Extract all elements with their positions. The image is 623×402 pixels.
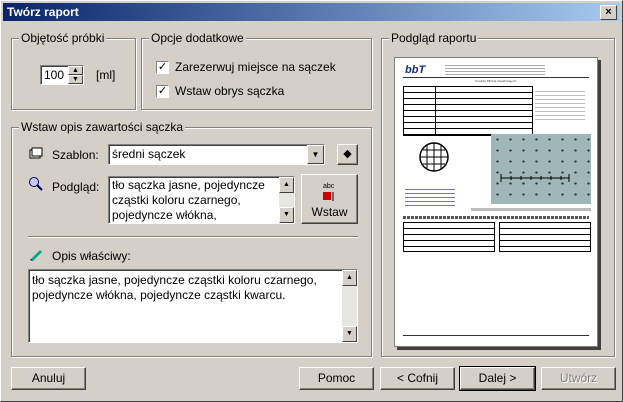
- next-button[interactable]: Dalej >: [459, 366, 536, 391]
- scale-ruler-icon: [500, 174, 570, 182]
- magnifier-icon: [28, 176, 44, 195]
- preview-label: Podgląd:: [52, 180, 100, 194]
- insert-description-group-label: Wstaw opis zawartości sączka: [19, 120, 186, 134]
- filter-microscope-image: [491, 134, 591, 204]
- close-button[interactable]: ×: [600, 5, 617, 20]
- sample-volume-unit: [ml]: [96, 68, 116, 82]
- report-footer-rule: [403, 335, 589, 336]
- cancel-button[interactable]: Anuluj: [11, 367, 86, 390]
- preview-text: tło sączka jasne, pojedyncze cząstki kol…: [112, 178, 265, 222]
- filter-outline-checkbox[interactable]: ✓: [156, 85, 169, 98]
- template-icon: [28, 146, 44, 165]
- report-info-table: [403, 86, 533, 136]
- title-bar: Twórz raport ×: [3, 3, 620, 21]
- preview-scrollbar-track[interactable]: [279, 193, 294, 207]
- extra-options-group: Opcje dodatkowe ✓ Zarezerwuj miejsce na …: [141, 31, 372, 110]
- help-button[interactable]: Pomoc: [299, 367, 374, 390]
- custom-scroll-up[interactable]: ▲: [342, 270, 357, 286]
- report-section-rule: [403, 216, 589, 219]
- preview-scroll-up[interactable]: ▲: [279, 177, 294, 193]
- create-button[interactable]: Utwórz: [541, 367, 616, 390]
- dialog-window: Twórz raport × Objętość próbki 100 ▲ ▼ […: [0, 0, 623, 402]
- custom-description-textarea[interactable]: tło sączka jasne, pojedyncze cząstki kol…: [28, 269, 358, 343]
- insert-description-group: Wstaw opis zawartości sączka Szablon: śr…: [11, 120, 372, 357]
- sample-volume-group: Objętość próbki 100 ▲ ▼ [ml]: [11, 31, 136, 110]
- reserve-filter-label[interactable]: Zarezerwuj miejsce na sączek: [175, 60, 336, 74]
- report-preview-group: Podgląd raportu bbT Analiza filtrów reje…: [381, 31, 615, 357]
- report-doc-title: Analiza filtrów rejestrowych: [475, 79, 517, 83]
- template-select[interactable]: średni sączek ▼: [108, 144, 325, 165]
- insert-icon: [322, 191, 340, 205]
- reserve-filter-checkbox[interactable]: ✓: [156, 61, 169, 74]
- report-info-table-col: [435, 86, 436, 134]
- filter-outline-label[interactable]: Wstaw obrys sączka: [175, 84, 284, 98]
- custom-scrollbar-track[interactable]: [342, 286, 357, 326]
- window-title: Twórz raport: [7, 5, 79, 19]
- spin-down-button[interactable]: ▼: [68, 75, 83, 84]
- separator: [28, 236, 358, 238]
- report-page[interactable]: bbT Analiza filtrów rejestrowych: [394, 57, 598, 347]
- preview-textbox[interactable]: tło sączka jasne, pojedyncze cząstki kol…: [108, 176, 295, 224]
- report-caption-lines: [471, 208, 591, 211]
- sample-volume-group-label: Objętość próbki: [19, 31, 107, 45]
- chevron-down-icon[interactable]: ▼: [307, 145, 324, 164]
- report-address-text: [535, 88, 585, 122]
- report-preview-group-label: Podgląd raportu: [389, 31, 479, 45]
- custom-description-text: tło sączka jasne, pojedyncze cząstki kol…: [32, 273, 317, 302]
- report-logo: bbT: [405, 64, 426, 76]
- pencil-icon: [28, 246, 44, 265]
- back-button[interactable]: < Cofnij: [380, 367, 455, 390]
- insert-button[interactable]: abc Wstaw: [301, 174, 358, 224]
- preview-scroll-down[interactable]: ▼: [279, 207, 294, 223]
- template-select-value: średni sączek: [112, 147, 186, 161]
- extra-options-group-label: Opcje dodatkowe: [149, 31, 246, 45]
- report-header-lines: [445, 63, 545, 75]
- insert-icon-text: abc: [323, 183, 335, 190]
- report-results-table-left: [403, 222, 495, 252]
- insert-button-label: Wstaw: [311, 205, 348, 219]
- spin-up-button[interactable]: ▲: [68, 66, 83, 75]
- custom-scroll-down[interactable]: ▼: [342, 326, 357, 342]
- report-results-table-right: [499, 222, 591, 252]
- template-label: Szablon:: [52, 148, 99, 162]
- report-description-lines: [405, 186, 455, 208]
- template-options-button[interactable]: ◆: [337, 144, 358, 165]
- filter-outline-icon: [417, 140, 451, 177]
- report-header-rule: [403, 77, 589, 78]
- sample-volume-input[interactable]: 100 ▲ ▼: [40, 65, 84, 85]
- sample-volume-value: 100: [44, 68, 65, 82]
- custom-description-label: Opis właściwy:: [52, 249, 131, 263]
